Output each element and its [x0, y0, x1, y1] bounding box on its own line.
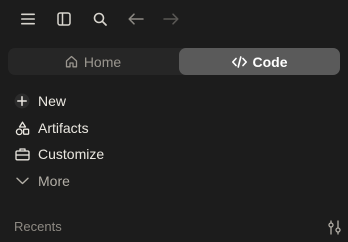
sidebar-item-customize[interactable]: Customize	[8, 141, 208, 167]
home-mode-label: Home	[83, 53, 122, 70]
home-mode-button[interactable]: Home	[8, 48, 178, 75]
forward-arrow-icon[interactable]	[160, 8, 182, 30]
home-icon	[65, 55, 78, 68]
sidebar-item-label: More	[38, 173, 70, 189]
sidebar-item-more[interactable]: More	[8, 168, 208, 194]
artifacts-icon	[8, 115, 36, 141]
sidebar-item-label: New	[38, 93, 67, 109]
briefcase-icon	[8, 141, 36, 167]
sidebar-toggle-icon[interactable]	[53, 8, 75, 30]
code-mode-label: Code	[252, 53, 288, 70]
sidebar-item-label: Customize	[38, 146, 105, 162]
menu-icon[interactable]	[17, 8, 39, 30]
top-toolbar	[0, 0, 348, 38]
back-arrow-icon[interactable]	[125, 8, 147, 30]
plus-icon	[8, 88, 36, 114]
search-icon[interactable]	[89, 8, 111, 30]
filter-icon[interactable]	[325, 218, 343, 236]
sidebar-panel: Home Code New Artifacts Customize More R…	[0, 0, 348, 242]
sidebar-item-artifacts[interactable]: Artifacts	[8, 115, 208, 141]
code-mode-button[interactable]: Code	[179, 48, 340, 75]
recents-heading: Recents	[14, 219, 62, 234]
mode-switch: Home Code	[8, 48, 340, 75]
chevron-down-icon	[8, 168, 36, 194]
sidebar-item-new[interactable]: New	[8, 88, 208, 114]
code-icon	[231, 55, 247, 68]
sidebar-item-label: Artifacts	[38, 120, 89, 136]
